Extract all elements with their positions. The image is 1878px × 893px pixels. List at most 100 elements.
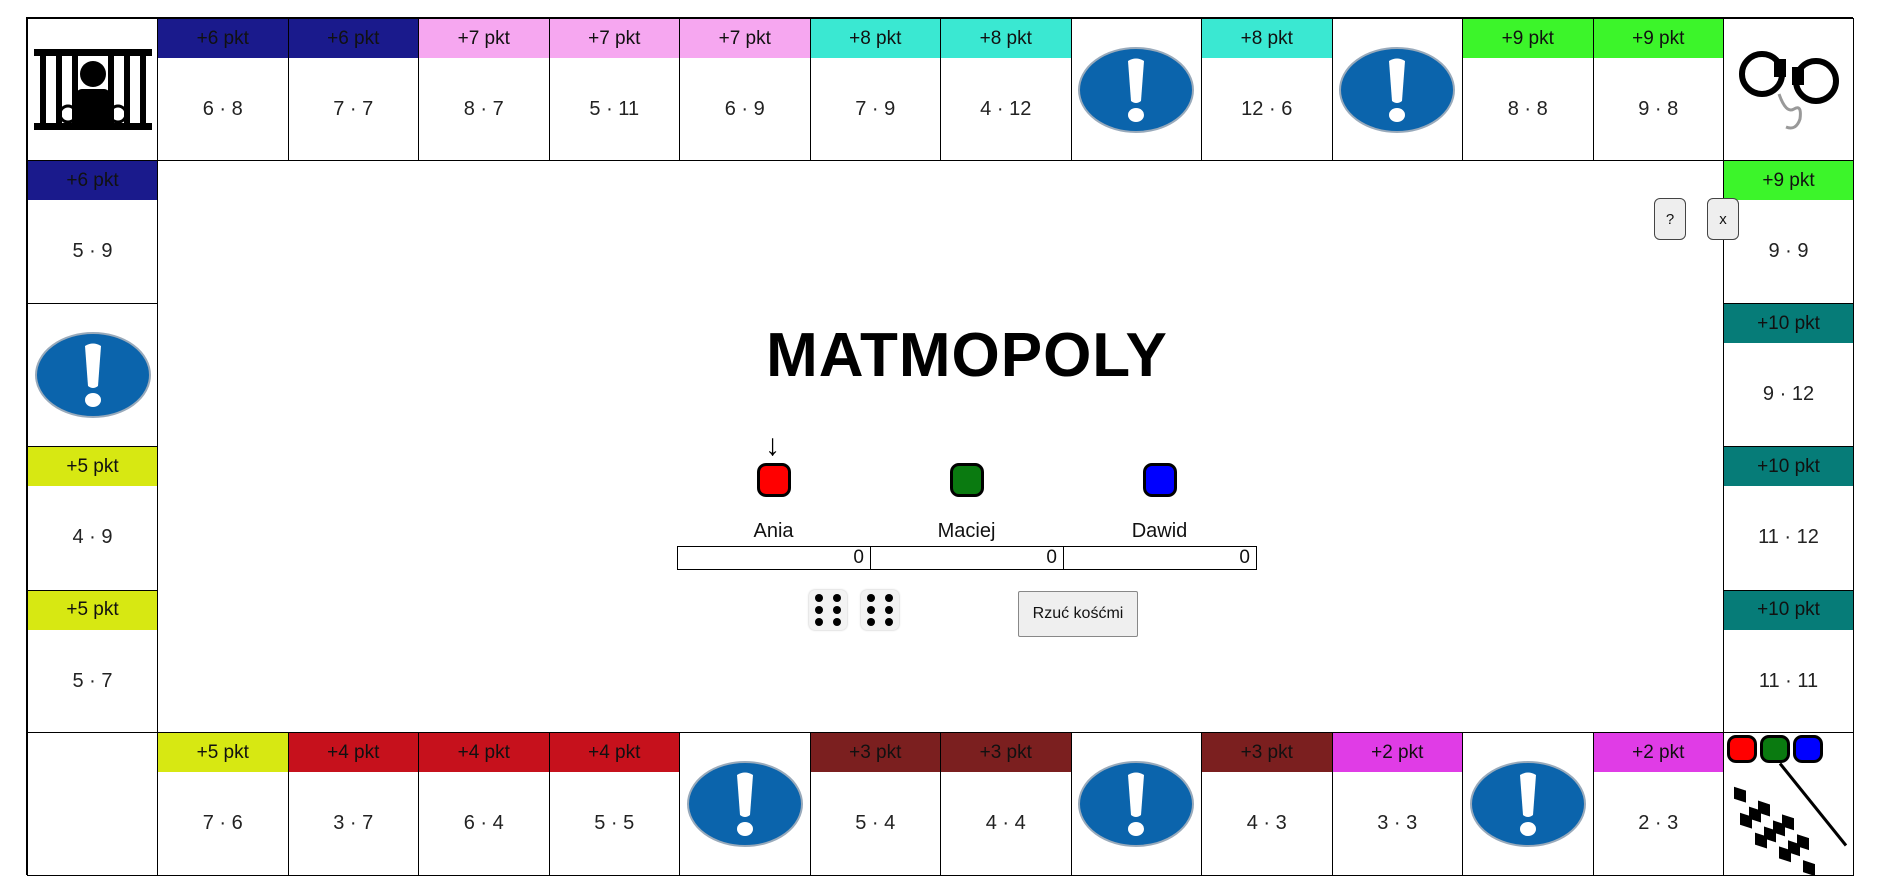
finish-flag-icon: [1723, 732, 1854, 877]
field-points-label: +8 pkt: [1202, 19, 1332, 58]
help-button[interactable]: ?: [1654, 198, 1686, 240]
die-pip: [867, 594, 875, 602]
field-multiplication: 4 · 12: [980, 97, 1032, 120]
board-field-top-4: +7 pkt 5 · 11: [548, 18, 680, 161]
die-pip: [885, 618, 893, 626]
chance-warning-icon: [28, 304, 157, 446]
field-multiplication: 5 · 4: [855, 812, 896, 834]
die-pip: [833, 618, 841, 626]
die-2-icon: [861, 590, 899, 630]
board-field-bottom-11: [1462, 732, 1594, 876]
field-points-label: +8 pkt: [941, 19, 1071, 58]
roll-dice-button[interactable]: Rzuć kośćmi: [1018, 591, 1138, 637]
start-field: [27, 732, 158, 876]
player-name: Ania: [753, 520, 794, 542]
board-field-top-12: +9 pkt 9 · 8: [1592, 18, 1724, 161]
die-pip: [815, 618, 823, 626]
field-multiplication: 6 · 4: [463, 812, 504, 834]
field-multiplication: 7 · 6: [202, 812, 243, 834]
board-field-bottom-2: +4 pkt 3 · 7: [287, 732, 419, 876]
field-multiplication: 9 · 8: [1638, 97, 1679, 120]
field-multiplication: 5 · 11: [589, 97, 640, 120]
player-pawn-3: [1793, 735, 1823, 763]
chance-warning-icon: [1072, 19, 1202, 160]
jail-icon: [27, 18, 158, 161]
field-multiplication: 4 · 4: [985, 812, 1026, 834]
turn-indicator-arrow: ↓: [765, 429, 780, 462]
player-score: 0: [1063, 546, 1257, 570]
field-points-label: +5 pkt: [28, 590, 157, 630]
board-field-top-3: +7 pkt 8 · 7: [418, 18, 550, 161]
field-multiplication: 5 · 9: [72, 240, 113, 263]
field-points-label: +7 pkt: [419, 19, 549, 58]
board-field-left-1: +6 pkt 5 · 9: [27, 160, 158, 305]
field-points-label: +6 pkt: [28, 161, 157, 200]
die-pip: [867, 606, 875, 614]
chance-warning-icon: [1333, 19, 1463, 160]
board-field-top-8: [1070, 18, 1202, 161]
field-multiplication: 6 · 8: [202, 97, 243, 120]
board-field-left-4: +5 pkt 5 · 7: [27, 589, 158, 734]
board-field-bottom-8: [1070, 732, 1202, 876]
field-points-label: +8 pkt: [810, 19, 940, 58]
chance-warning-icon: [680, 733, 810, 875]
field-points-label: +9 pkt: [1593, 19, 1723, 58]
board-field-bottom-5: [679, 732, 811, 876]
player-token-3: [1142, 463, 1177, 497]
board-field-bottom-9: +3 pkt 4 · 3: [1201, 732, 1333, 876]
die-pip: [885, 594, 893, 602]
close-button[interactable]: x: [1707, 198, 1739, 240]
field-multiplication: 8 · 8: [1507, 97, 1548, 120]
player-name: Maciej: [937, 520, 996, 542]
board-field-left-2: [27, 303, 158, 448]
board-center: ? x MATMOPOLY ↓ Ania 0 Maciej 0 Dawid 0 Rzuć …: [183, 177, 1751, 751]
board-field-bottom-6: +3 pkt 5 · 4: [809, 732, 941, 876]
board-field-top-2: +6 pkt 7 · 7: [287, 18, 419, 161]
field-points-label: +5 pkt: [28, 447, 157, 487]
board-field-top-5: +7 pkt 6 · 9: [679, 18, 811, 161]
field-points-label: +9 pkt: [1463, 19, 1593, 58]
board-field-top-7: +8 pkt 4 · 12: [940, 18, 1072, 161]
chance-warning-icon: [1463, 733, 1593, 875]
player-token-1: [756, 463, 791, 497]
field-multiplication: 7 · 9: [855, 97, 896, 120]
player-name: Dawid: [1131, 520, 1188, 542]
board-field-left-3: +5 pkt 4 · 9: [27, 446, 158, 591]
board-field-top-1: +6 pkt 6 · 8: [157, 18, 289, 161]
field-multiplication: 4 · 3: [1246, 812, 1287, 834]
game-title: MATMOPOLY: [766, 321, 1168, 390]
field-multiplication: 2 · 3: [1638, 812, 1679, 834]
field-multiplication: 3 · 7: [333, 812, 374, 834]
board-field-bottom-4: +4 pkt 5 · 5: [548, 732, 680, 876]
die-1-icon: [809, 590, 847, 630]
field-multiplication: 3 · 3: [1377, 812, 1418, 834]
player-score: 0: [870, 546, 1064, 570]
field-multiplication: 8 · 7: [463, 97, 504, 120]
field-multiplication: 5 · 5: [594, 812, 635, 834]
board-field-bottom-12: +2 pkt 2 · 3: [1592, 732, 1724, 876]
die-pip: [867, 618, 875, 626]
board-field-bottom-1: +5 pkt 7 · 6: [157, 732, 289, 876]
field-points-label: +6 pkt: [158, 19, 288, 58]
board-field-top-11: +9 pkt 8 · 8: [1462, 18, 1594, 161]
board-field-top-6: +8 pkt 7 · 9: [809, 18, 941, 161]
field-points-label: +6 pkt: [288, 19, 418, 58]
field-multiplication: 5 · 7: [72, 669, 113, 692]
field-points-label: +7 pkt: [549, 19, 679, 58]
player-token-2: [949, 463, 984, 497]
board-field-top-10: [1331, 18, 1463, 161]
die-pip: [833, 606, 841, 614]
board-field-bottom-3: +4 pkt 6 · 4: [418, 732, 550, 876]
game-board: +6 pkt 6 · 8 +6 pkt 7 · 7 +7 pkt 8 · 7 +7 pkt 5…: [26, 17, 1854, 877]
field-multiplication: 6 · 9: [724, 97, 765, 120]
player-score: 0: [677, 546, 871, 570]
field-multiplication: 4 · 9: [72, 526, 113, 549]
board-field-top-9: +8 pkt 12 · 6: [1201, 18, 1333, 161]
die-pip: [815, 594, 823, 602]
player-pawn-2: [1760, 735, 1790, 763]
die-pip: [833, 594, 841, 602]
board-field-bottom-10: +2 pkt 3 · 3: [1331, 732, 1463, 876]
die-pip: [815, 606, 823, 614]
field-points-label: +7 pkt: [680, 19, 810, 58]
die-pip: [885, 606, 893, 614]
